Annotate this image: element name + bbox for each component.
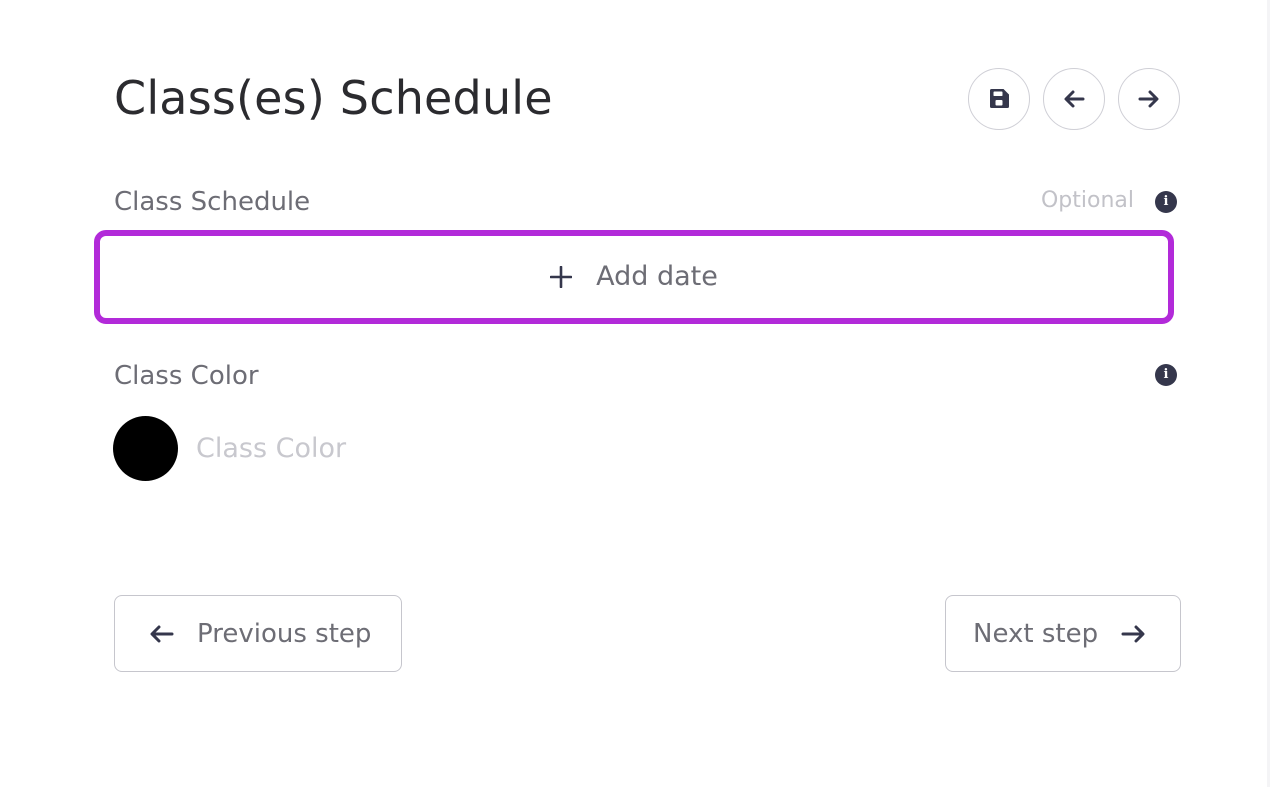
back-button[interactable]: [1043, 68, 1105, 130]
class-schedule-page: Class(es) Schedule Class Schedule Option…: [0, 0, 1270, 787]
arrow-left-icon: [150, 625, 174, 642]
class-color-swatch[interactable]: [113, 416, 178, 481]
class-color-info-icon[interactable]: i: [1155, 364, 1177, 386]
class-color-label: Class Color: [114, 361, 259, 391]
class-schedule-info-icon[interactable]: i: [1155, 191, 1177, 213]
previous-step-button[interactable]: Previous step: [114, 595, 402, 672]
save-icon: [990, 89, 1009, 108]
add-date-label: Add date: [596, 261, 718, 292]
save-button[interactable]: [968, 68, 1030, 130]
next-step-button[interactable]: Next step: [945, 595, 1181, 672]
optional-tag: Optional: [1040, 188, 1134, 213]
arrow-right-icon: [1121, 625, 1145, 642]
plus-icon: [550, 266, 573, 288]
class-schedule-label: Class Schedule: [114, 187, 311, 217]
next-step-label: Next step: [973, 618, 1099, 649]
arrow-left-icon: [1064, 90, 1085, 108]
page-title: Class(es) Schedule: [114, 71, 553, 125]
add-date-highlight: Add date: [94, 230, 1174, 324]
add-date-button[interactable]: Add date: [106, 242, 1162, 312]
class-color-input[interactable]: [196, 428, 596, 468]
arrow-right-icon: [1138, 90, 1159, 108]
previous-step-label: Previous step: [197, 618, 372, 649]
forward-button[interactable]: [1118, 68, 1180, 130]
